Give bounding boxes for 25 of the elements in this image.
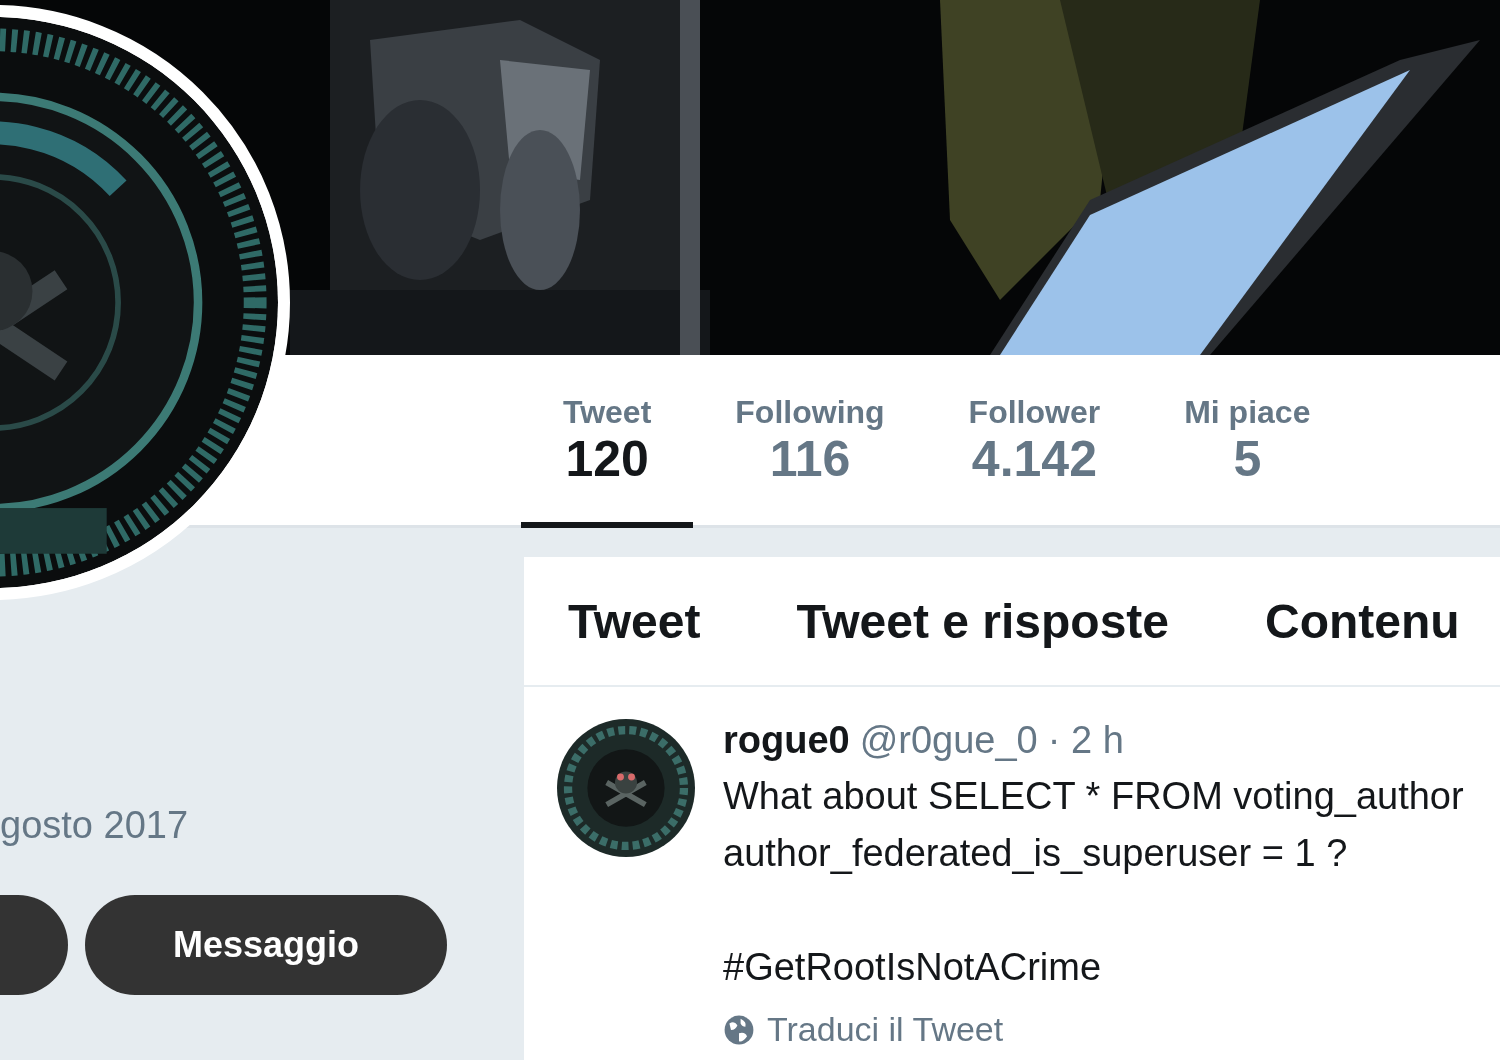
stat-label: Mi piace: [1184, 394, 1311, 432]
tweet-text: What about SELECT * FROM voting_author author_federated_is_superuser = 1 ?: [723, 774, 1464, 876]
stat-label: Tweet: [563, 394, 652, 432]
translate-link[interactable]: Traduci il Tweet: [767, 1010, 1004, 1049]
timeline-tab[interactable]: Contenu: [1265, 593, 1460, 649]
author-name[interactable]: rogue0: [723, 719, 850, 762]
stat-value: 5: [1233, 431, 1262, 489]
stat-tab[interactable]: Follower 4.142: [926, 355, 1143, 528]
message-button[interactable]: Messaggio: [85, 895, 447, 995]
timeline-tab[interactable]: Tweet: [568, 593, 701, 649]
stat-value: 116: [769, 431, 851, 489]
stat-tab[interactable]: Tweet 120: [521, 355, 694, 528]
join-date: gosto 2017: [0, 804, 190, 847]
stat-tab[interactable]: Following 116: [693, 355, 927, 528]
hashtag-link[interactable]: #GetRootIsNotACrime: [723, 939, 1464, 996]
globe-icon: [723, 1013, 755, 1046]
stat-label: Follower: [968, 394, 1101, 432]
stat-tab[interactable]: Mi piace 5: [1142, 355, 1353, 528]
profile-button[interactable]: [0, 895, 68, 995]
timeline-tab[interactable]: Tweet e risposte: [796, 593, 1170, 649]
tweet-time[interactable]: · 2 h: [1047, 719, 1124, 762]
stat-label: Following: [735, 394, 885, 432]
stat-value: 120: [565, 431, 649, 489]
author-handle[interactable]: @r0gue_0: [859, 719, 1038, 762]
stat-value: 4.142: [971, 431, 1097, 489]
